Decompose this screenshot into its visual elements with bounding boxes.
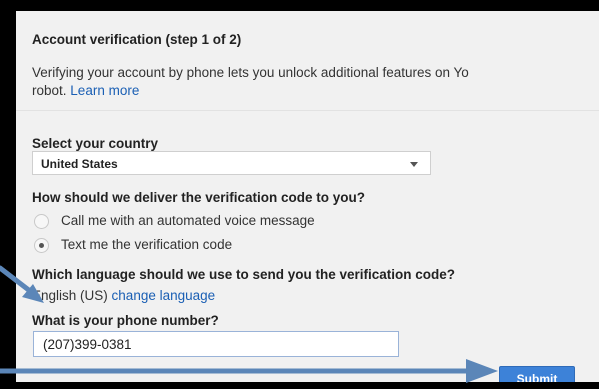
submit-button[interactable]: Submit — [499, 366, 575, 382]
radio-voice-call[interactable] — [34, 214, 49, 229]
country-select-value: United States — [41, 157, 118, 171]
description-line-1: Verifying your account by phone lets you… — [32, 65, 469, 80]
phone-label: What is your phone number? — [32, 313, 219, 328]
change-language-link[interactable]: change language — [112, 288, 216, 303]
verification-panel: Account verification (step 1 of 2) Verif… — [16, 11, 599, 382]
language-question: Which language should we use to send you… — [32, 267, 456, 282]
page-title: Account verification (step 1 of 2) — [32, 32, 242, 47]
divider — [16, 110, 599, 111]
country-select[interactable]: United States — [32, 151, 431, 175]
current-language: English (US) — [32, 288, 108, 303]
learn-more-link[interactable]: Learn more — [70, 83, 139, 98]
radio-voice-call-label: Call me with an automated voice message — [61, 213, 315, 228]
radio-text-message-label: Text me the verification code — [61, 237, 233, 252]
phone-number-input[interactable]: (207)399-0381 — [33, 331, 399, 357]
country-label: Select your country — [32, 136, 159, 151]
description-line-2: robot. — [32, 83, 67, 98]
radio-text-message[interactable] — [34, 238, 49, 253]
language-row: English (US) change language — [32, 287, 215, 305]
chevron-down-icon — [410, 162, 418, 167]
delivery-question: How should we deliver the verification c… — [32, 190, 366, 205]
description-text: Verifying your account by phone lets you… — [32, 64, 469, 100]
